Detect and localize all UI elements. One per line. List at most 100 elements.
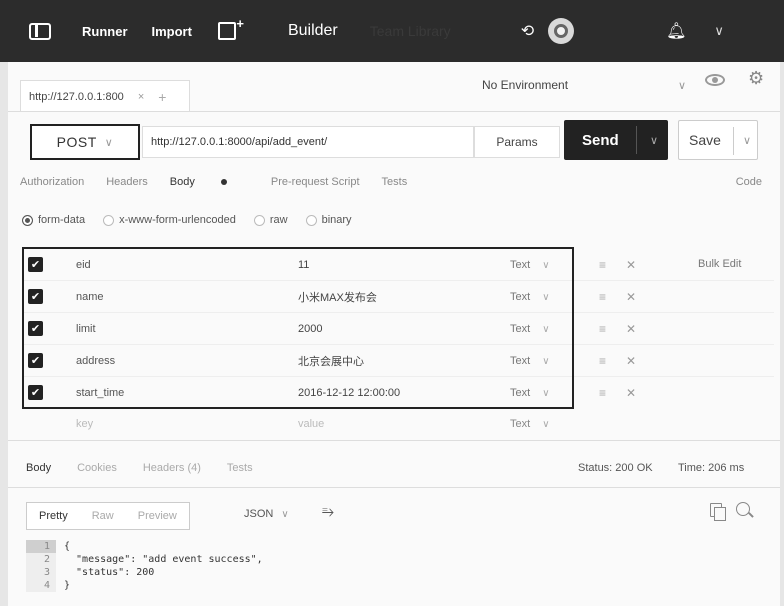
format-value: JSON [244,508,274,520]
view-mode-group: Pretty Raw Preview [26,502,190,530]
request-tab-title: http://127.0.0.1:800 [29,90,124,103]
new-window-icon[interactable] [217,16,244,40]
new-value-input[interactable]: value [298,418,324,430]
radio-icon [253,214,265,226]
chevron-down-icon: ∨ [281,509,289,520]
response-code: 1 { 2 "message": "add event success", 3 "… [26,540,778,592]
view-pretty-button[interactable]: Pretty [27,503,80,529]
code-text: "message": "add event success", [64,554,263,565]
params-button[interactable]: Params [474,126,560,158]
divider [8,440,780,441]
radio-urlencoded[interactable]: x-www-form-urlencoded [103,214,236,226]
team-library-tab[interactable]: Team Library [370,23,451,39]
tab-prerequest-script[interactable]: Pre-request Script [271,176,360,196]
new-key-input[interactable]: key [76,418,93,430]
radio-label: raw [269,214,288,226]
tab-body[interactable]: Body [170,176,249,196]
divider [733,127,734,155]
tab-headers[interactable]: Headers [106,176,148,196]
send-options-chevron-icon[interactable]: ∨ [650,134,658,147]
delete-row-icon[interactable]: ✕ [626,354,636,368]
radio-icon [305,214,317,226]
divider [8,487,780,488]
radio-form-data[interactable]: form-data [22,214,85,226]
highlight-box [22,247,574,409]
chevron-down-icon: ∨ [104,136,114,149]
code-line: 3 "status": 200 [26,566,778,579]
wrap-lines-icon[interactable]: ⥱ [322,503,334,520]
delete-row-icon[interactable]: ✕ [626,386,636,400]
environment-select[interactable]: No Environment ∨ [474,72,694,98]
runner-button[interactable]: Runner [82,24,128,39]
code-text: "status": 200 [64,567,155,578]
format-select[interactable]: JSON ∨ [244,508,289,520]
modified-dot-icon [220,179,227,186]
drag-handle-icon[interactable]: ≡ [599,290,606,304]
send-label: Send [582,131,619,149]
body-type-radios: form-data x-www-form-urlencoded raw bina… [22,214,370,226]
import-button[interactable]: Import [152,24,192,39]
method-value: POST [56,134,97,150]
code-line: 2 "message": "add event success", [26,553,778,566]
tab-authorization[interactable]: Authorization [20,176,84,196]
drag-handle-icon[interactable]: ≡ [599,354,606,368]
url-input[interactable]: http://127.0.0.1:8000/api/add_event/ [142,126,474,158]
radio-icon [103,214,115,226]
form-row-empty: key value Text ∨ [22,408,762,439]
view-preview-button[interactable]: Preview [126,503,189,529]
drag-handle-icon[interactable]: ≡ [599,258,606,272]
delete-row-icon[interactable]: ✕ [626,322,636,336]
eye-icon[interactable] [705,74,725,86]
row-type-value: Text [510,417,531,430]
add-tab-icon[interactable]: + [158,89,166,105]
copy-icon[interactable] [710,503,726,521]
radio-selected-icon [22,214,33,226]
response-tab-headers[interactable]: Headers (4) [143,462,201,474]
gear-icon[interactable]: ⚙ [748,68,764,89]
response-tab-tests[interactable]: Tests [227,462,253,474]
radio-raw[interactable]: raw [253,214,288,226]
view-raw-button[interactable]: Raw [80,503,126,529]
save-button[interactable]: Save ∨ [678,120,758,160]
response-time: Time: 206 ms [678,462,745,474]
environment-selected-value: No Environment [482,78,569,92]
send-button[interactable]: Send ∨ [564,120,668,160]
account-chevron-down-icon[interactable]: ∨ [714,23,724,39]
code-text: } [64,580,71,591]
request-tab[interactable]: http://127.0.0.1:800 × + [20,80,190,112]
sidebar-icon [29,22,51,40]
drag-handle-icon[interactable]: ≡ [599,322,606,336]
search-icon[interactable] [736,502,750,516]
request-tabs: Authorization Headers Body Pre-request S… [20,176,770,196]
line-number: 2 [26,553,56,566]
line-number: 1 [26,540,56,553]
method-select[interactable]: POST ∨ [30,124,140,160]
chevron-down-icon: ∨ [677,79,686,92]
code-line: 4} [26,579,778,592]
row-type-select[interactable]: Text ∨ [510,418,550,430]
notification-bell-icon[interactable]: 🔔︎ [666,21,686,41]
save-options-chevron-icon[interactable]: ∨ [743,134,751,147]
line-number: 3 [26,566,56,579]
url-value: http://127.0.0.1:8000/api/add_event/ [151,136,328,148]
delete-row-icon[interactable]: ✕ [626,290,636,304]
radio-label: binary [321,214,352,226]
builder-tab[interactable]: Builder [288,22,338,40]
main-panel: http://127.0.0.1:800 × + No Environment … [8,62,780,606]
drag-handle-icon[interactable]: ≡ [599,386,606,400]
tab-divider [8,111,780,112]
code-text: { [64,541,71,552]
code-link[interactable]: Code [736,176,762,188]
save-label: Save [689,132,721,148]
response-status: Status: 200 OK [578,462,653,474]
response-tab-cookies[interactable]: Cookies [77,462,117,474]
tab-tests[interactable]: Tests [382,176,408,196]
close-tab-icon[interactable]: × [138,91,144,103]
interceptor-icon[interactable] [548,18,575,44]
sync-icon[interactable]: ⟲ [521,21,534,41]
sidebar-toggle-button[interactable] [22,13,58,49]
response-tab-body[interactable]: Body [26,462,51,474]
radio-binary[interactable]: binary [305,214,352,226]
delete-row-icon[interactable]: ✕ [626,258,636,272]
radio-label: form-data [38,214,86,226]
